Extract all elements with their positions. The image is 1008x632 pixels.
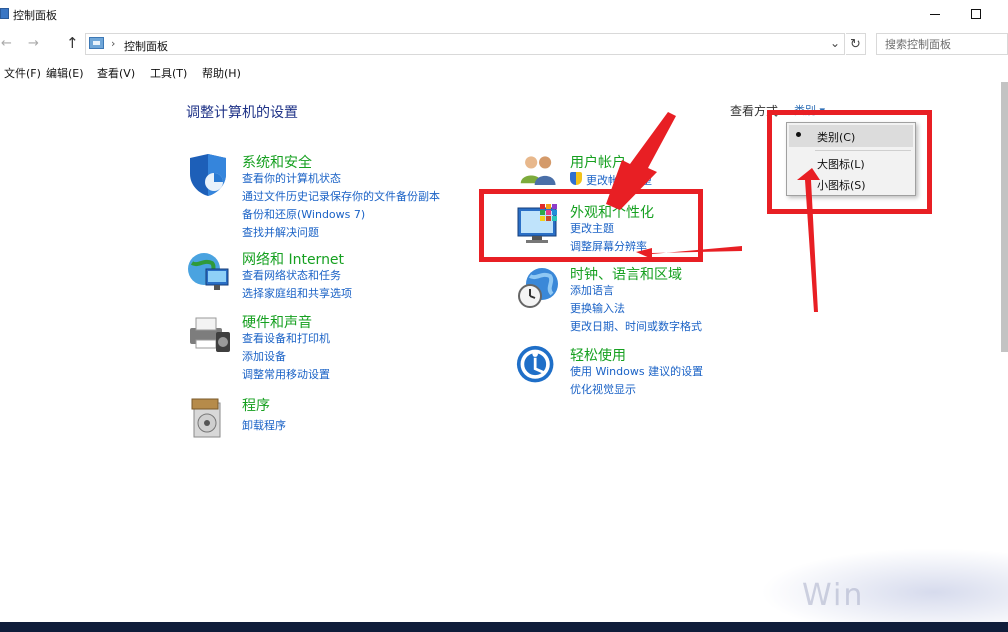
category-programs: 程序 卸载程序 xyxy=(186,395,476,445)
shield-icon xyxy=(190,154,226,196)
link-change-input-method[interactable]: 更换输入法 xyxy=(570,300,625,316)
category-system-security: 系统和安全 查看你的计算机状态 通过文件历史记录保存你的文件备份副本 备份和还原… xyxy=(186,152,476,240)
menu-edit[interactable]: 编辑(E) xyxy=(46,65,84,81)
link-network-status[interactable]: 查看网络状态和任务 xyxy=(242,267,341,283)
link-change-account-type[interactable]: 更改帐户类型 xyxy=(586,172,652,188)
navigation-bar: ← → ↑ › 控制面板 ⌄ ↻ xyxy=(0,31,1008,57)
minimize-button[interactable] xyxy=(912,0,958,28)
link-homegroup[interactable]: 选择家庭组和共享选项 xyxy=(242,285,352,301)
link-file-history[interactable]: 通过文件历史记录保存你的文件备份副本 xyxy=(242,188,440,204)
network-globe-icon xyxy=(188,253,229,290)
link-view-computer-status[interactable]: 查看你的计算机状态 xyxy=(242,170,341,186)
uac-shield-icon xyxy=(570,172,582,185)
maximize-icon xyxy=(971,9,981,19)
link-optimize-visual-display[interactable]: 优化视觉显示 xyxy=(570,381,636,397)
clock-globe-icon xyxy=(518,268,558,308)
forward-arrow-icon[interactable]: → xyxy=(28,36,39,51)
ease-of-access-icon xyxy=(516,345,554,383)
link-backup-restore[interactable]: 备份和还原(Windows 7) xyxy=(242,206,365,222)
link-change-date-time-format[interactable]: 更改日期、时间或数字格式 xyxy=(570,318,702,334)
back-arrow-icon[interactable]: ← xyxy=(1,36,12,51)
category-title[interactable]: 程序 xyxy=(242,395,270,415)
category-title[interactable]: 系统和安全 xyxy=(242,152,312,172)
watermark-glow xyxy=(760,548,1008,622)
menu-tools[interactable]: 工具(T) xyxy=(150,65,187,81)
refresh-icon: ↻ xyxy=(850,36,861,52)
category-title[interactable]: 硬件和声音 xyxy=(242,312,312,332)
minimize-icon xyxy=(930,13,940,15)
link-uninstall-program[interactable]: 卸载程序 xyxy=(242,417,286,433)
category-ease-of-access: 轻松使用 使用 Windows 建议的设置 优化视觉显示 xyxy=(516,345,776,397)
category-title[interactable]: 用户帐户 xyxy=(570,152,626,172)
users-icon xyxy=(520,156,556,186)
control-panel-location-icon xyxy=(89,37,104,49)
control-panel-app-icon xyxy=(0,8,9,19)
link-windows-recommended-settings[interactable]: 使用 Windows 建议的设置 xyxy=(570,363,703,379)
vertical-scrollbar[interactable] xyxy=(1001,82,1008,352)
menu-bar: 文件(F) 编辑(E) 查看(V) 工具(T) 帮助(H) xyxy=(0,62,1008,82)
programs-icon xyxy=(191,398,221,438)
category-hardware-sound: 硬件和声音 查看设备和打印机 添加设备 调整常用移动设置 xyxy=(186,312,476,382)
link-troubleshoot[interactable]: 查找并解决问题 xyxy=(242,224,319,240)
up-arrow-icon[interactable]: ↑ xyxy=(66,34,79,52)
title-bar: 控制面板 xyxy=(0,0,1008,28)
printer-icon xyxy=(190,317,230,352)
breadcrumb-separator-icon[interactable]: › xyxy=(111,37,115,50)
search-input[interactable] xyxy=(876,33,1008,55)
menu-view[interactable]: 查看(V) xyxy=(97,65,135,81)
annotation-box-appearance xyxy=(479,189,703,262)
category-title[interactable]: 网络和 Internet xyxy=(242,249,344,269)
link-devices-printers[interactable]: 查看设备和打印机 xyxy=(242,330,330,346)
category-network-internet: 网络和 Internet 查看网络状态和任务 选择家庭组和共享选项 xyxy=(186,249,476,301)
category-title[interactable]: 时钟、语言和区域 xyxy=(570,264,682,284)
category-clock-language-region: 时钟、语言和区域 添加语言 更换输入法 更改日期、时间或数字格式 xyxy=(516,264,776,334)
address-bar[interactable]: › 控制面板 ⌄ xyxy=(85,33,845,55)
link-add-language[interactable]: 添加语言 xyxy=(570,282,614,298)
window-title: 控制面板 xyxy=(13,9,57,22)
page-title: 调整计算机的设置 xyxy=(186,105,298,121)
category-title[interactable]: 轻松使用 xyxy=(570,345,626,365)
link-mobility-settings[interactable]: 调整常用移动设置 xyxy=(242,366,330,382)
address-dropdown-icon[interactable]: ⌄ xyxy=(830,36,840,50)
menu-file[interactable]: 文件(F) xyxy=(4,65,41,81)
menu-help[interactable]: 帮助(H) xyxy=(202,65,241,81)
breadcrumb-control-panel[interactable]: 控制面板 xyxy=(124,38,168,54)
taskbar-strip xyxy=(0,622,1008,632)
category-user-accounts: 用户帐户 更改帐户类型 xyxy=(516,152,776,192)
refresh-button[interactable]: ↻ xyxy=(846,33,866,55)
annotation-box-dropdown xyxy=(767,110,932,214)
control-panel-window: 控制面板 ← → ↑ › 控制面板 ⌄ ↻ 文件(F) 编辑(E) 查看(V) … xyxy=(0,0,1008,622)
watermark-text: Win xyxy=(802,578,865,613)
link-add-device[interactable]: 添加设备 xyxy=(242,348,286,364)
maximize-button[interactable] xyxy=(953,0,999,28)
